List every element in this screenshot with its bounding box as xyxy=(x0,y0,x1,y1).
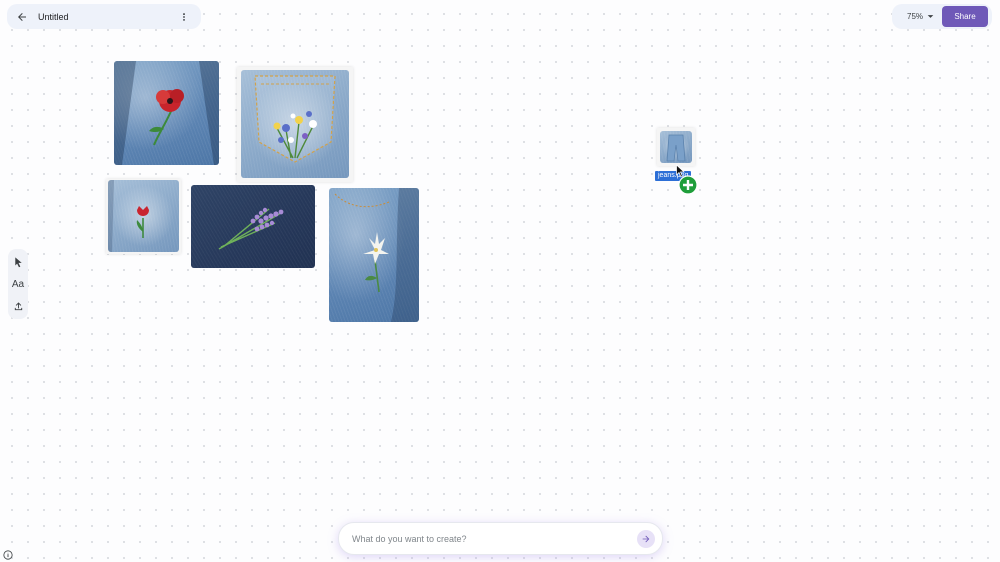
upload-tool[interactable] xyxy=(10,298,26,314)
poppy-embroidery-icon xyxy=(114,61,219,165)
upload-icon xyxy=(14,301,22,310)
jeans-thumbnail-icon xyxy=(666,134,686,162)
left-toolbar: Aa xyxy=(8,249,28,319)
title-bar: Untitled xyxy=(7,4,201,29)
add-badge-icon xyxy=(678,175,698,195)
zoom-label: 75% xyxy=(907,12,924,21)
send-button[interactable] xyxy=(637,529,655,548)
caret-down-icon xyxy=(927,15,934,18)
prompt-input[interactable] xyxy=(350,532,637,545)
canvas-image-lily[interactable] xyxy=(329,188,419,322)
text-tool[interactable]: Aa xyxy=(10,276,26,292)
back-button[interactable] xyxy=(11,6,33,28)
project-title[interactable]: Untitled xyxy=(38,12,175,22)
prompt-bar xyxy=(338,522,663,555)
lily-embroidery-icon xyxy=(334,188,419,322)
tulip-embroidery-icon xyxy=(108,180,149,252)
text-add-icon: Aa xyxy=(11,278,25,290)
top-right-controls: 75% Share xyxy=(892,4,992,29)
wildflower-pocket-icon xyxy=(254,75,336,163)
select-tool[interactable] xyxy=(10,254,26,270)
more-options-button[interactable] xyxy=(175,6,193,28)
share-button[interactable]: Share xyxy=(942,6,988,27)
canvas-image-poppy[interactable] xyxy=(114,61,219,165)
info-icon[interactable] xyxy=(3,550,13,560)
zoom-dropdown[interactable]: 75% xyxy=(907,12,934,21)
canvas-image-lavender[interactable] xyxy=(191,185,315,268)
canvas-image-pocket-wildflowers[interactable] xyxy=(241,70,349,178)
arrow-right-icon xyxy=(642,535,650,542)
canvas-image-tulip[interactable] xyxy=(108,180,179,252)
dragging-image-jeans[interactable] xyxy=(660,131,692,163)
lavender-embroidery-icon xyxy=(218,207,284,250)
more-vertical-icon xyxy=(183,12,185,21)
cursor-icon xyxy=(14,257,22,268)
arrow-left-icon xyxy=(18,12,26,21)
